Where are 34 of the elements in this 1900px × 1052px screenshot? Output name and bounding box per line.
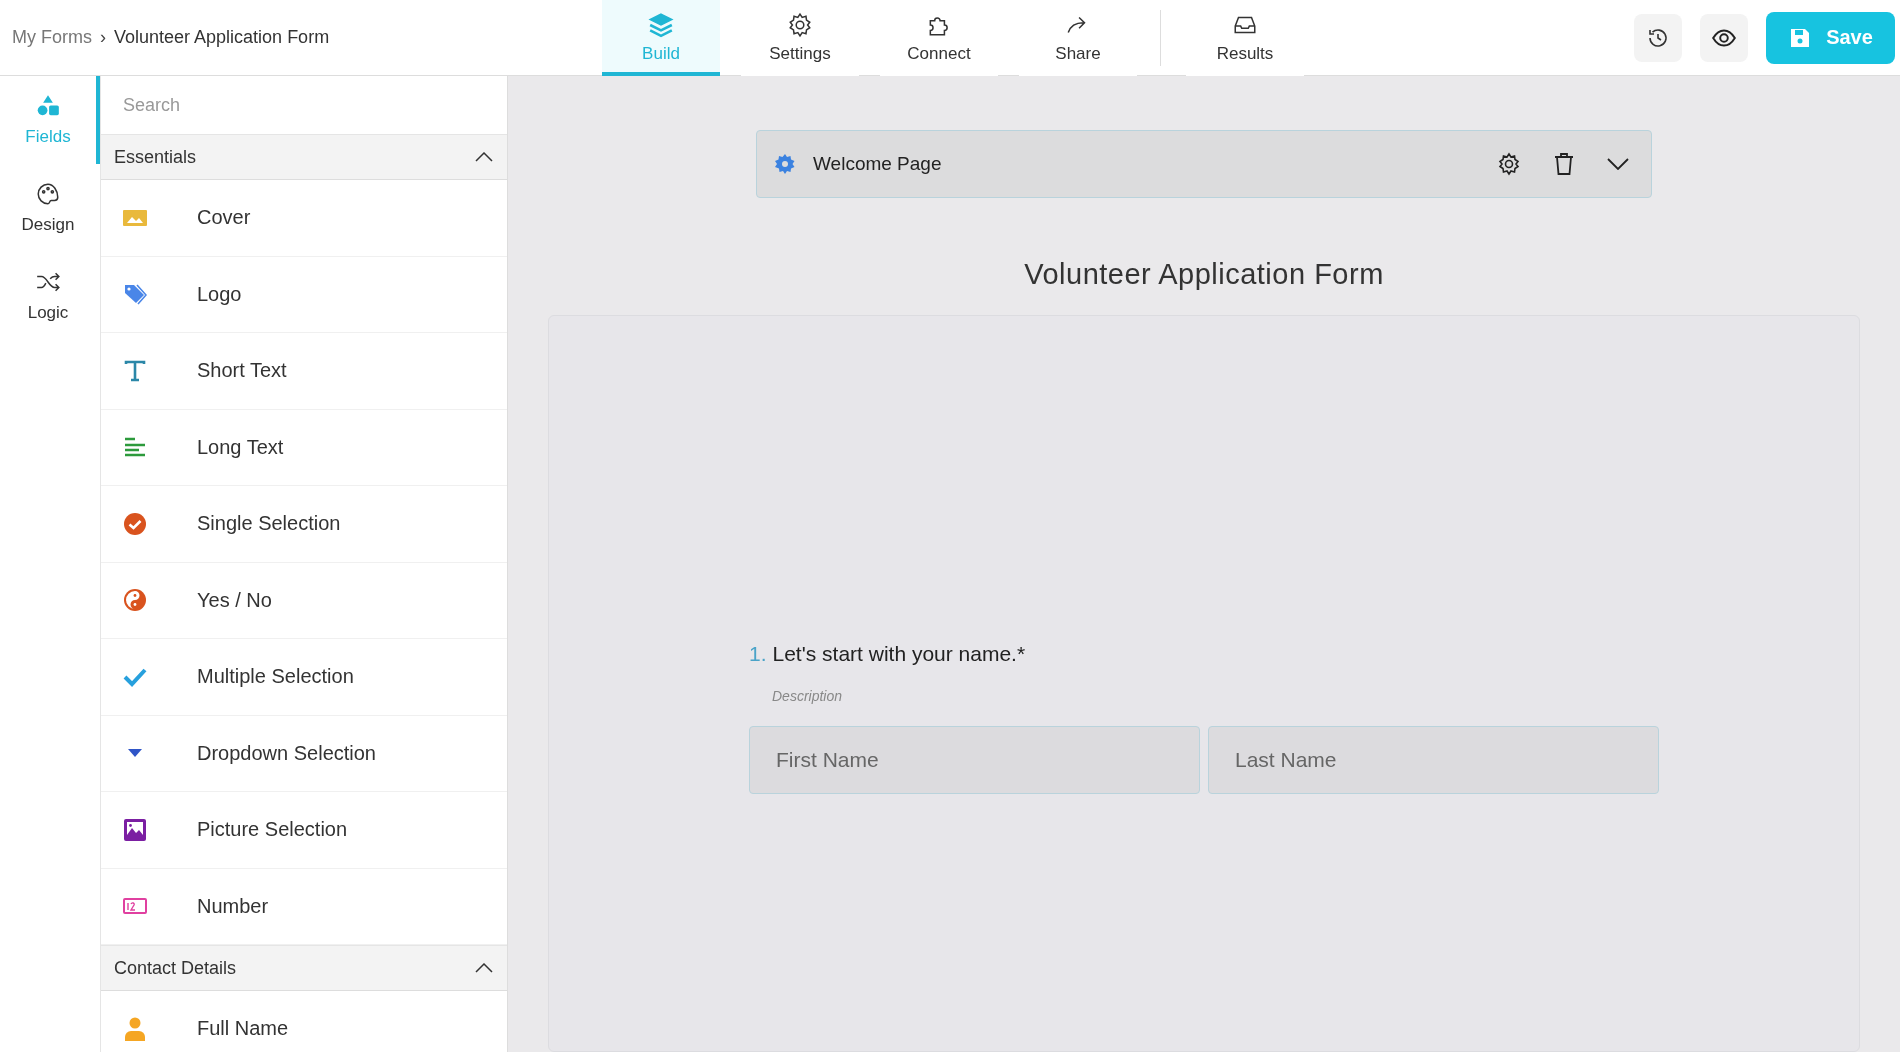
settings-icon — [787, 12, 813, 38]
breadcrumb-separator: › — [100, 27, 106, 48]
letter-t-icon — [124, 359, 146, 382]
settings-icon — [1497, 152, 1521, 176]
triangle-down-icon — [128, 749, 142, 758]
tag-icon — [123, 282, 147, 307]
layers-icon — [648, 12, 674, 38]
breadcrumb-link[interactable]: My Forms — [12, 27, 92, 48]
form-name: Volunteer Application Form — [114, 27, 330, 48]
check-circle-icon — [123, 511, 147, 536]
form-title: Volunteer Application Form — [1024, 258, 1384, 291]
picture-icon — [124, 818, 146, 841]
yin-yang-icon — [123, 588, 147, 613]
section-header[interactable]: Contact Details — [101, 945, 507, 991]
chevron-down-icon — [1607, 158, 1629, 170]
checkmark-icon — [123, 666, 147, 687]
person-icon — [124, 1016, 146, 1041]
chevron-icon — [475, 963, 493, 973]
chevron-icon — [475, 152, 493, 162]
name-field[interactable]: First Name — [749, 726, 1200, 794]
text-lines-icon — [124, 437, 146, 458]
sun-gear-icon — [775, 154, 795, 174]
number-badge-icon — [123, 898, 147, 915]
history-button[interactable] — [1634, 13, 1682, 62]
question-number: 1. — [749, 642, 767, 666]
preview-button[interactable] — [1700, 13, 1748, 62]
trash-icon — [1553, 152, 1575, 176]
question-text: Let's start with your name.* — [772, 642, 1026, 666]
name-field[interactable]: Last Name — [1208, 726, 1659, 794]
page-title: Welcome Page — [813, 153, 942, 175]
palette-icon — [35, 181, 61, 207]
question-description: Description — [772, 688, 844, 704]
section-header[interactable]: Essentials — [101, 134, 507, 180]
image-icon — [123, 209, 147, 226]
